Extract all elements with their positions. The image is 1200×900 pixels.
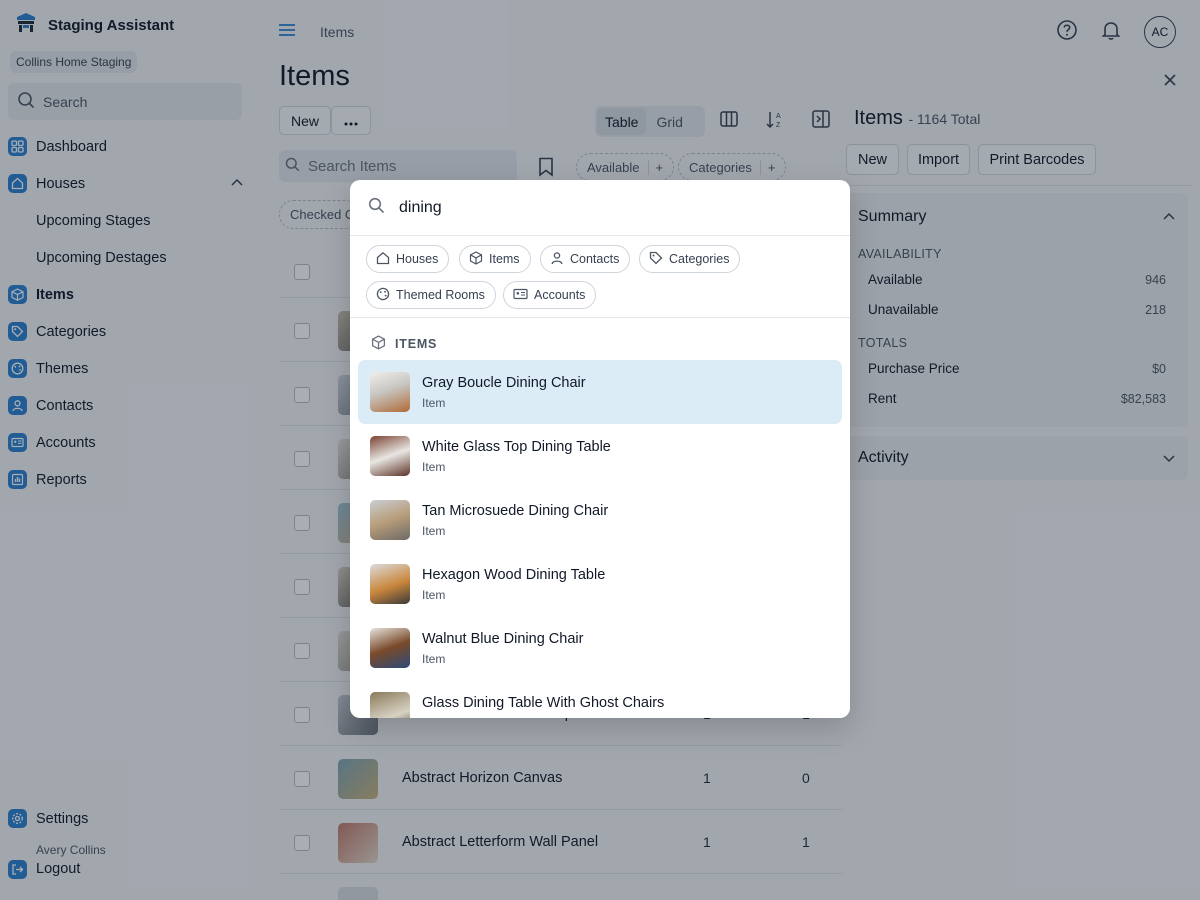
result-thumbnail (370, 628, 410, 668)
filter-houses-chip[interactable]: Houses (366, 245, 450, 273)
result-type: Item (422, 396, 446, 410)
result-thumbnail (370, 436, 410, 476)
search-result[interactable]: Hexagon Wood Dining Table Item (358, 552, 842, 616)
result-type: Item (422, 460, 446, 474)
palette-icon (376, 287, 390, 304)
search-dialog: Houses Items Contacts Categories Themed … (350, 180, 850, 718)
person-icon (550, 251, 564, 268)
house-icon (376, 251, 390, 268)
dialog-divider (350, 317, 850, 318)
filter-chip-label: Accounts (534, 288, 586, 302)
filter-contacts-chip[interactable]: Contacts (540, 245, 631, 273)
cube-icon (469, 250, 483, 268)
result-type: Item (422, 524, 446, 538)
search-result[interactable]: Walnut Blue Dining Chair Item (358, 616, 842, 680)
result-type: Item (422, 588, 446, 602)
filter-items-chip[interactable]: Items (459, 245, 531, 273)
search-icon (368, 197, 385, 219)
dialog-search-input[interactable] (399, 198, 799, 217)
search-result[interactable]: Gray Boucle Dining Chair Item (358, 360, 842, 424)
results-group-header: ITEMS (371, 335, 437, 353)
cube-icon (371, 335, 386, 353)
search-result[interactable]: White Glass Top Dining Table Item (358, 424, 842, 488)
filter-chip-label: Categories (669, 252, 730, 266)
filter-chip-label: Items (489, 252, 520, 266)
search-result[interactable]: Tan Microsuede Dining Chair Item (358, 488, 842, 552)
result-name: Walnut Blue Dining Chair (422, 631, 584, 647)
result-thumbnail (370, 692, 410, 718)
filter-chip-label: Themed Rooms (396, 288, 485, 302)
filter-accounts-chip[interactable]: Accounts (503, 281, 597, 309)
filter-themed-rooms-chip[interactable]: Themed Rooms (366, 281, 496, 309)
filter-chip-label: Houses (396, 252, 439, 266)
filter-categories-chip[interactable]: Categories (639, 245, 741, 273)
id-card-icon (513, 287, 528, 304)
result-name: Gray Boucle Dining Chair (422, 375, 586, 391)
result-name: Glass Dining Table With Ghost Chairs (422, 695, 665, 711)
results-group-label: ITEMS (395, 337, 438, 351)
result-type: Item (422, 652, 446, 666)
search-result[interactable]: Glass Dining Table With Ghost Chairs (358, 680, 842, 718)
result-thumbnail (370, 372, 410, 412)
result-name: Hexagon Wood Dining Table (422, 567, 606, 583)
filter-chip-label: Contacts (570, 252, 620, 266)
result-thumbnail (370, 564, 410, 604)
result-name: White Glass Top Dining Table (422, 439, 611, 455)
result-thumbnail (370, 500, 410, 540)
result-name: Tan Microsuede Dining Chair (422, 503, 609, 519)
tag-icon (649, 251, 663, 268)
dialog-search-bar (350, 180, 850, 236)
